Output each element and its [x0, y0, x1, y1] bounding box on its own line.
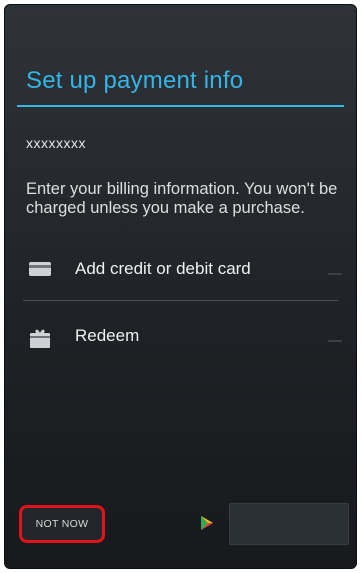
credit-card-icon — [28, 260, 52, 278]
page-title: Set up payment info — [26, 67, 244, 94]
add-card-label: Add credit or debit card — [75, 259, 251, 278]
redeem-option[interactable]: Redeem — [5, 308, 356, 364]
add-card-option[interactable]: Add credit or debit card — [5, 241, 356, 297]
payment-setup-screen: Set up payment info xxxxxxxx Enter your … — [4, 4, 357, 569]
google-play-icon — [199, 515, 215, 531]
billing-info-text: Enter your billing information. You won'… — [26, 180, 338, 217]
not-now-button[interactable]: NOT NOW — [19, 505, 105, 543]
title-divider — [17, 105, 344, 107]
add-card-arrow-icon — [328, 263, 342, 275]
continue-button[interactable] — [229, 503, 349, 545]
options-divider — [23, 300, 338, 301]
account-email: xxxxxxxx — [26, 135, 86, 151]
gift-card-icon — [28, 327, 52, 348]
redeem-arrow-icon — [328, 330, 342, 342]
redeem-label: Redeem — [75, 326, 140, 345]
